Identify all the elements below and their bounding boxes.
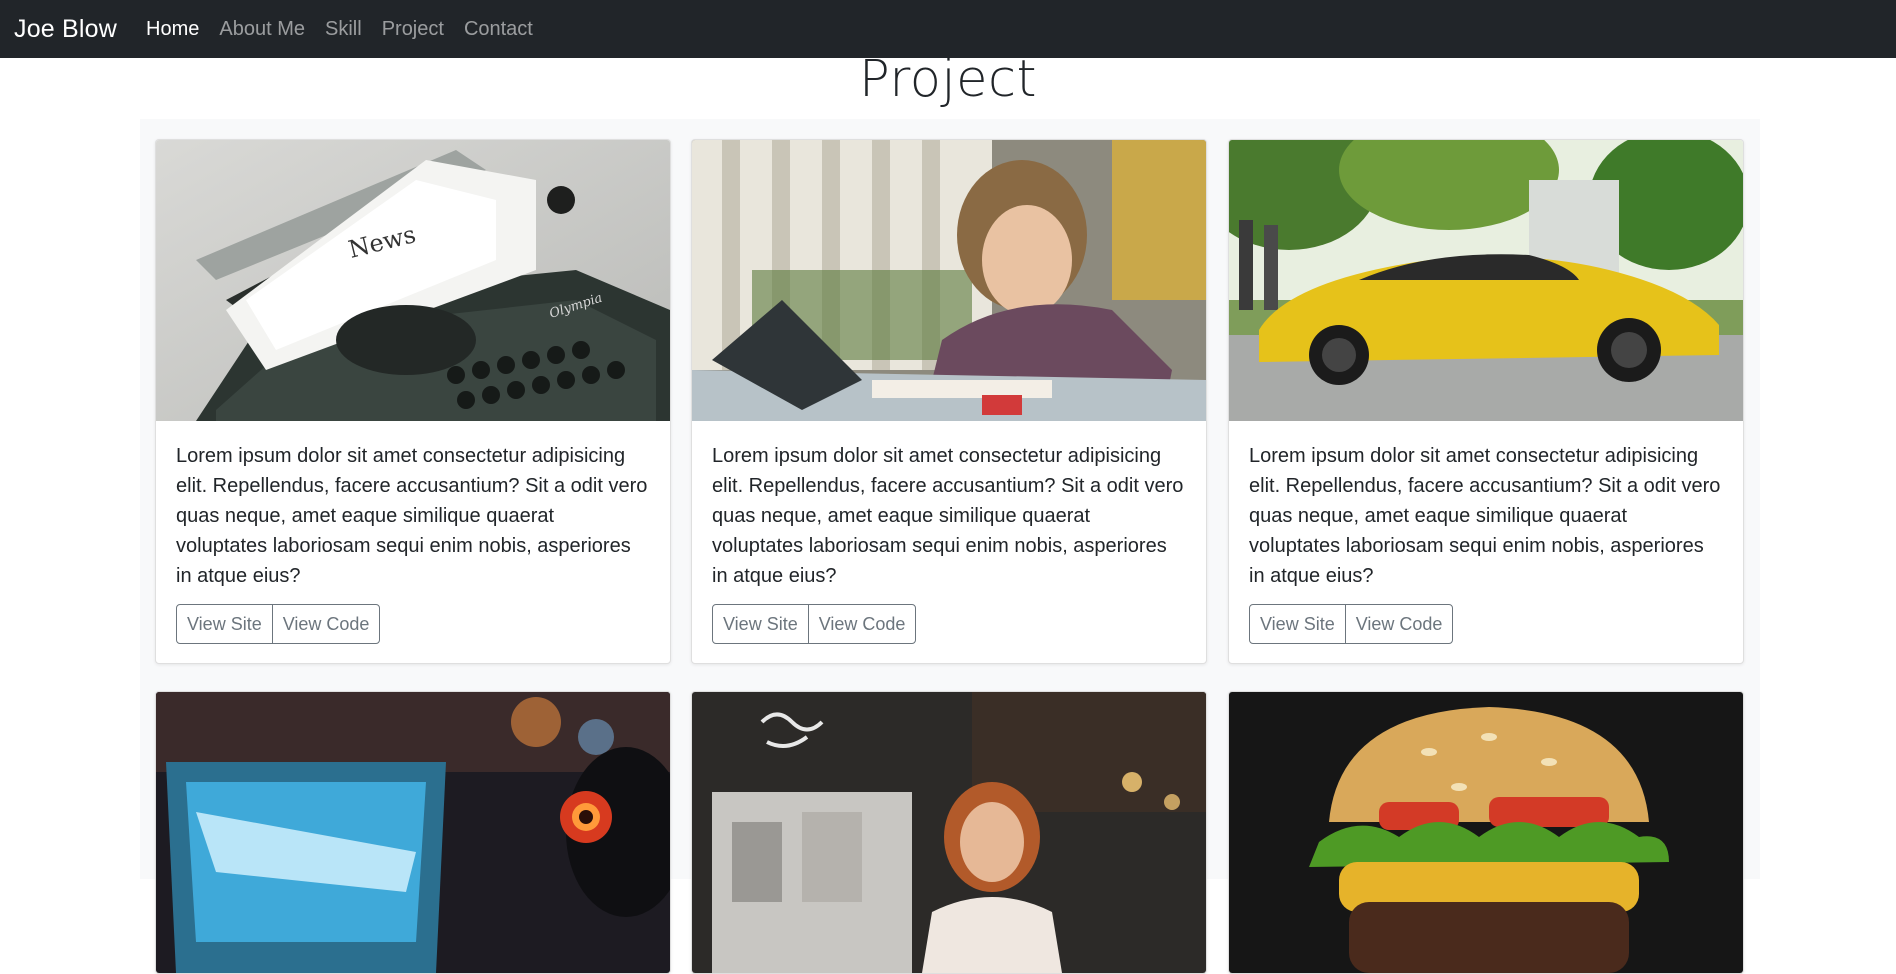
card-description: Lorem ipsum dolor sit amet consectetur a… [1249, 445, 1721, 587]
view-site-button[interactable]: View Site [1249, 604, 1346, 644]
brand[interactable]: Joe Blow [14, 15, 117, 44]
project-card [155, 691, 671, 974]
nav-project[interactable]: Project [382, 18, 444, 41]
project-card: Lorem ipsum dolor sit amet consectetur a… [1228, 139, 1744, 664]
gamer-image [156, 692, 670, 973]
nav-contact[interactable]: Contact [464, 18, 533, 41]
card-actions: View Site View Code [712, 604, 1186, 644]
child-image [692, 140, 1206, 421]
typewriter-news-photo: News Olympia [156, 140, 670, 421]
card-actions: View Site View Code [176, 604, 650, 644]
car-image [1229, 140, 1743, 421]
cafe-image [692, 692, 1206, 973]
card-description: Lorem ipsum dolor sit amet consectetur a… [176, 445, 648, 587]
view-site-button[interactable]: View Site [176, 604, 273, 644]
cafe-woman-photo [692, 692, 1206, 973]
nav-skill[interactable]: Skill [325, 18, 362, 41]
view-code-button[interactable]: View Code [271, 604, 381, 644]
project-card [1228, 691, 1744, 974]
gamer-headphones-photo [156, 692, 670, 973]
nav-about-me[interactable]: About Me [219, 18, 305, 41]
yellow-sports-car-photo [1229, 140, 1743, 421]
child-drawing-photo [692, 140, 1206, 421]
card-actions: View Site View Code [1249, 604, 1723, 644]
view-code-button[interactable]: View Code [807, 604, 917, 644]
view-code-button[interactable]: View Code [1344, 604, 1454, 644]
burger-photo [1229, 692, 1743, 973]
project-card: News Olympia Lorem ipsum dolor sit amet … [155, 139, 671, 664]
burger-image [1229, 692, 1743, 973]
typewriter-image: News Olympia [156, 140, 670, 421]
view-site-button[interactable]: View Site [712, 604, 809, 644]
nav-home[interactable]: Home [146, 18, 199, 41]
card-description: Lorem ipsum dolor sit amet consectetur a… [712, 445, 1184, 587]
project-card [691, 691, 1207, 974]
project-card: Lorem ipsum dolor sit amet consectetur a… [691, 139, 1207, 664]
page-title: Project [859, 50, 1037, 109]
